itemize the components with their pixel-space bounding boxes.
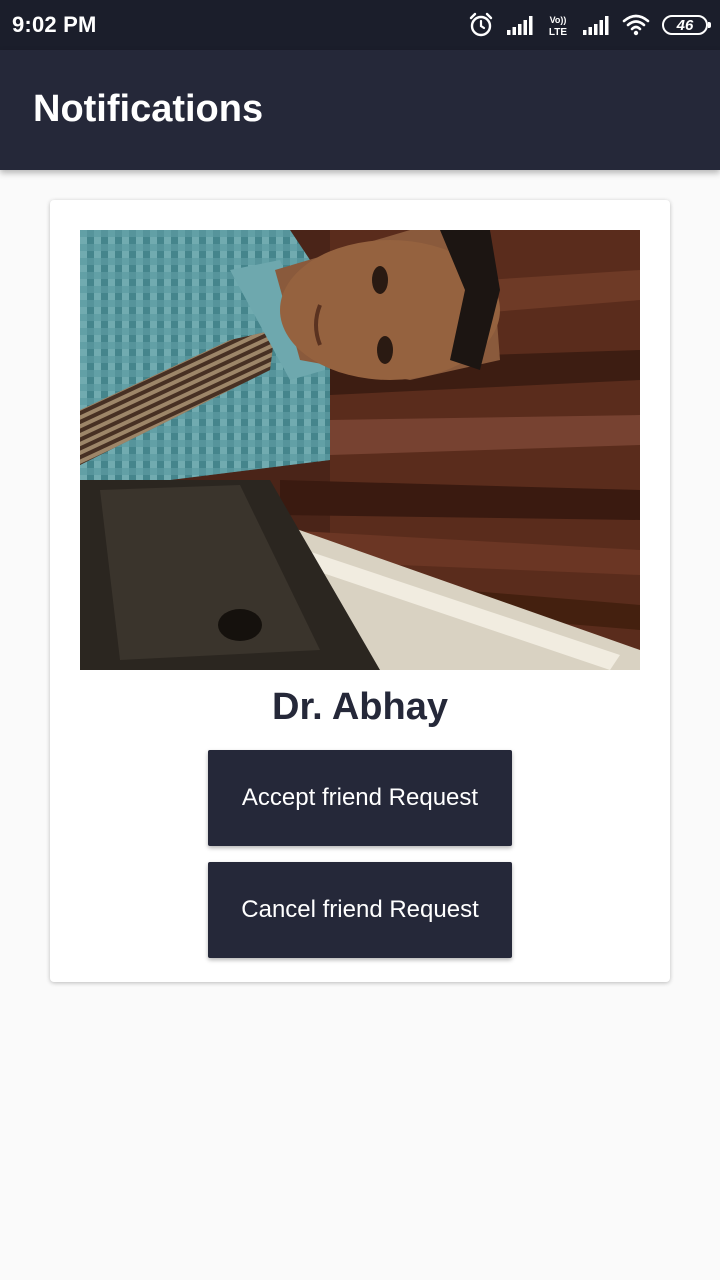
status-time: 9:02 PM (12, 12, 97, 37)
svg-text:Vo)): Vo)) (550, 15, 567, 25)
cancel-request-button[interactable]: Cancel friend Request (208, 862, 512, 958)
alarm-icon (468, 12, 494, 38)
volte-icon: Vo)) LTE (546, 13, 570, 37)
svg-text:LTE: LTE (549, 27, 567, 37)
battery-level: 46 (676, 16, 694, 34)
wifi-icon (622, 14, 650, 36)
page-title: Notifications (33, 88, 264, 130)
friend-request-card: Dr. Abhay Accept friend Request Cancel f… (50, 200, 670, 982)
battery-icon: 46 (662, 15, 711, 35)
signal-icon (582, 14, 610, 36)
accept-request-button[interactable]: Accept friend Request (208, 750, 512, 846)
requester-name: Dr. Abhay (272, 686, 448, 728)
status-icons: Vo)) LTE 46 (468, 12, 711, 38)
status-bar: 9:02 PM Vo)) LTE 46 (0, 0, 720, 50)
signal-icon (506, 14, 534, 36)
app-bar: Notifications (0, 50, 720, 170)
profile-photo (80, 230, 640, 670)
